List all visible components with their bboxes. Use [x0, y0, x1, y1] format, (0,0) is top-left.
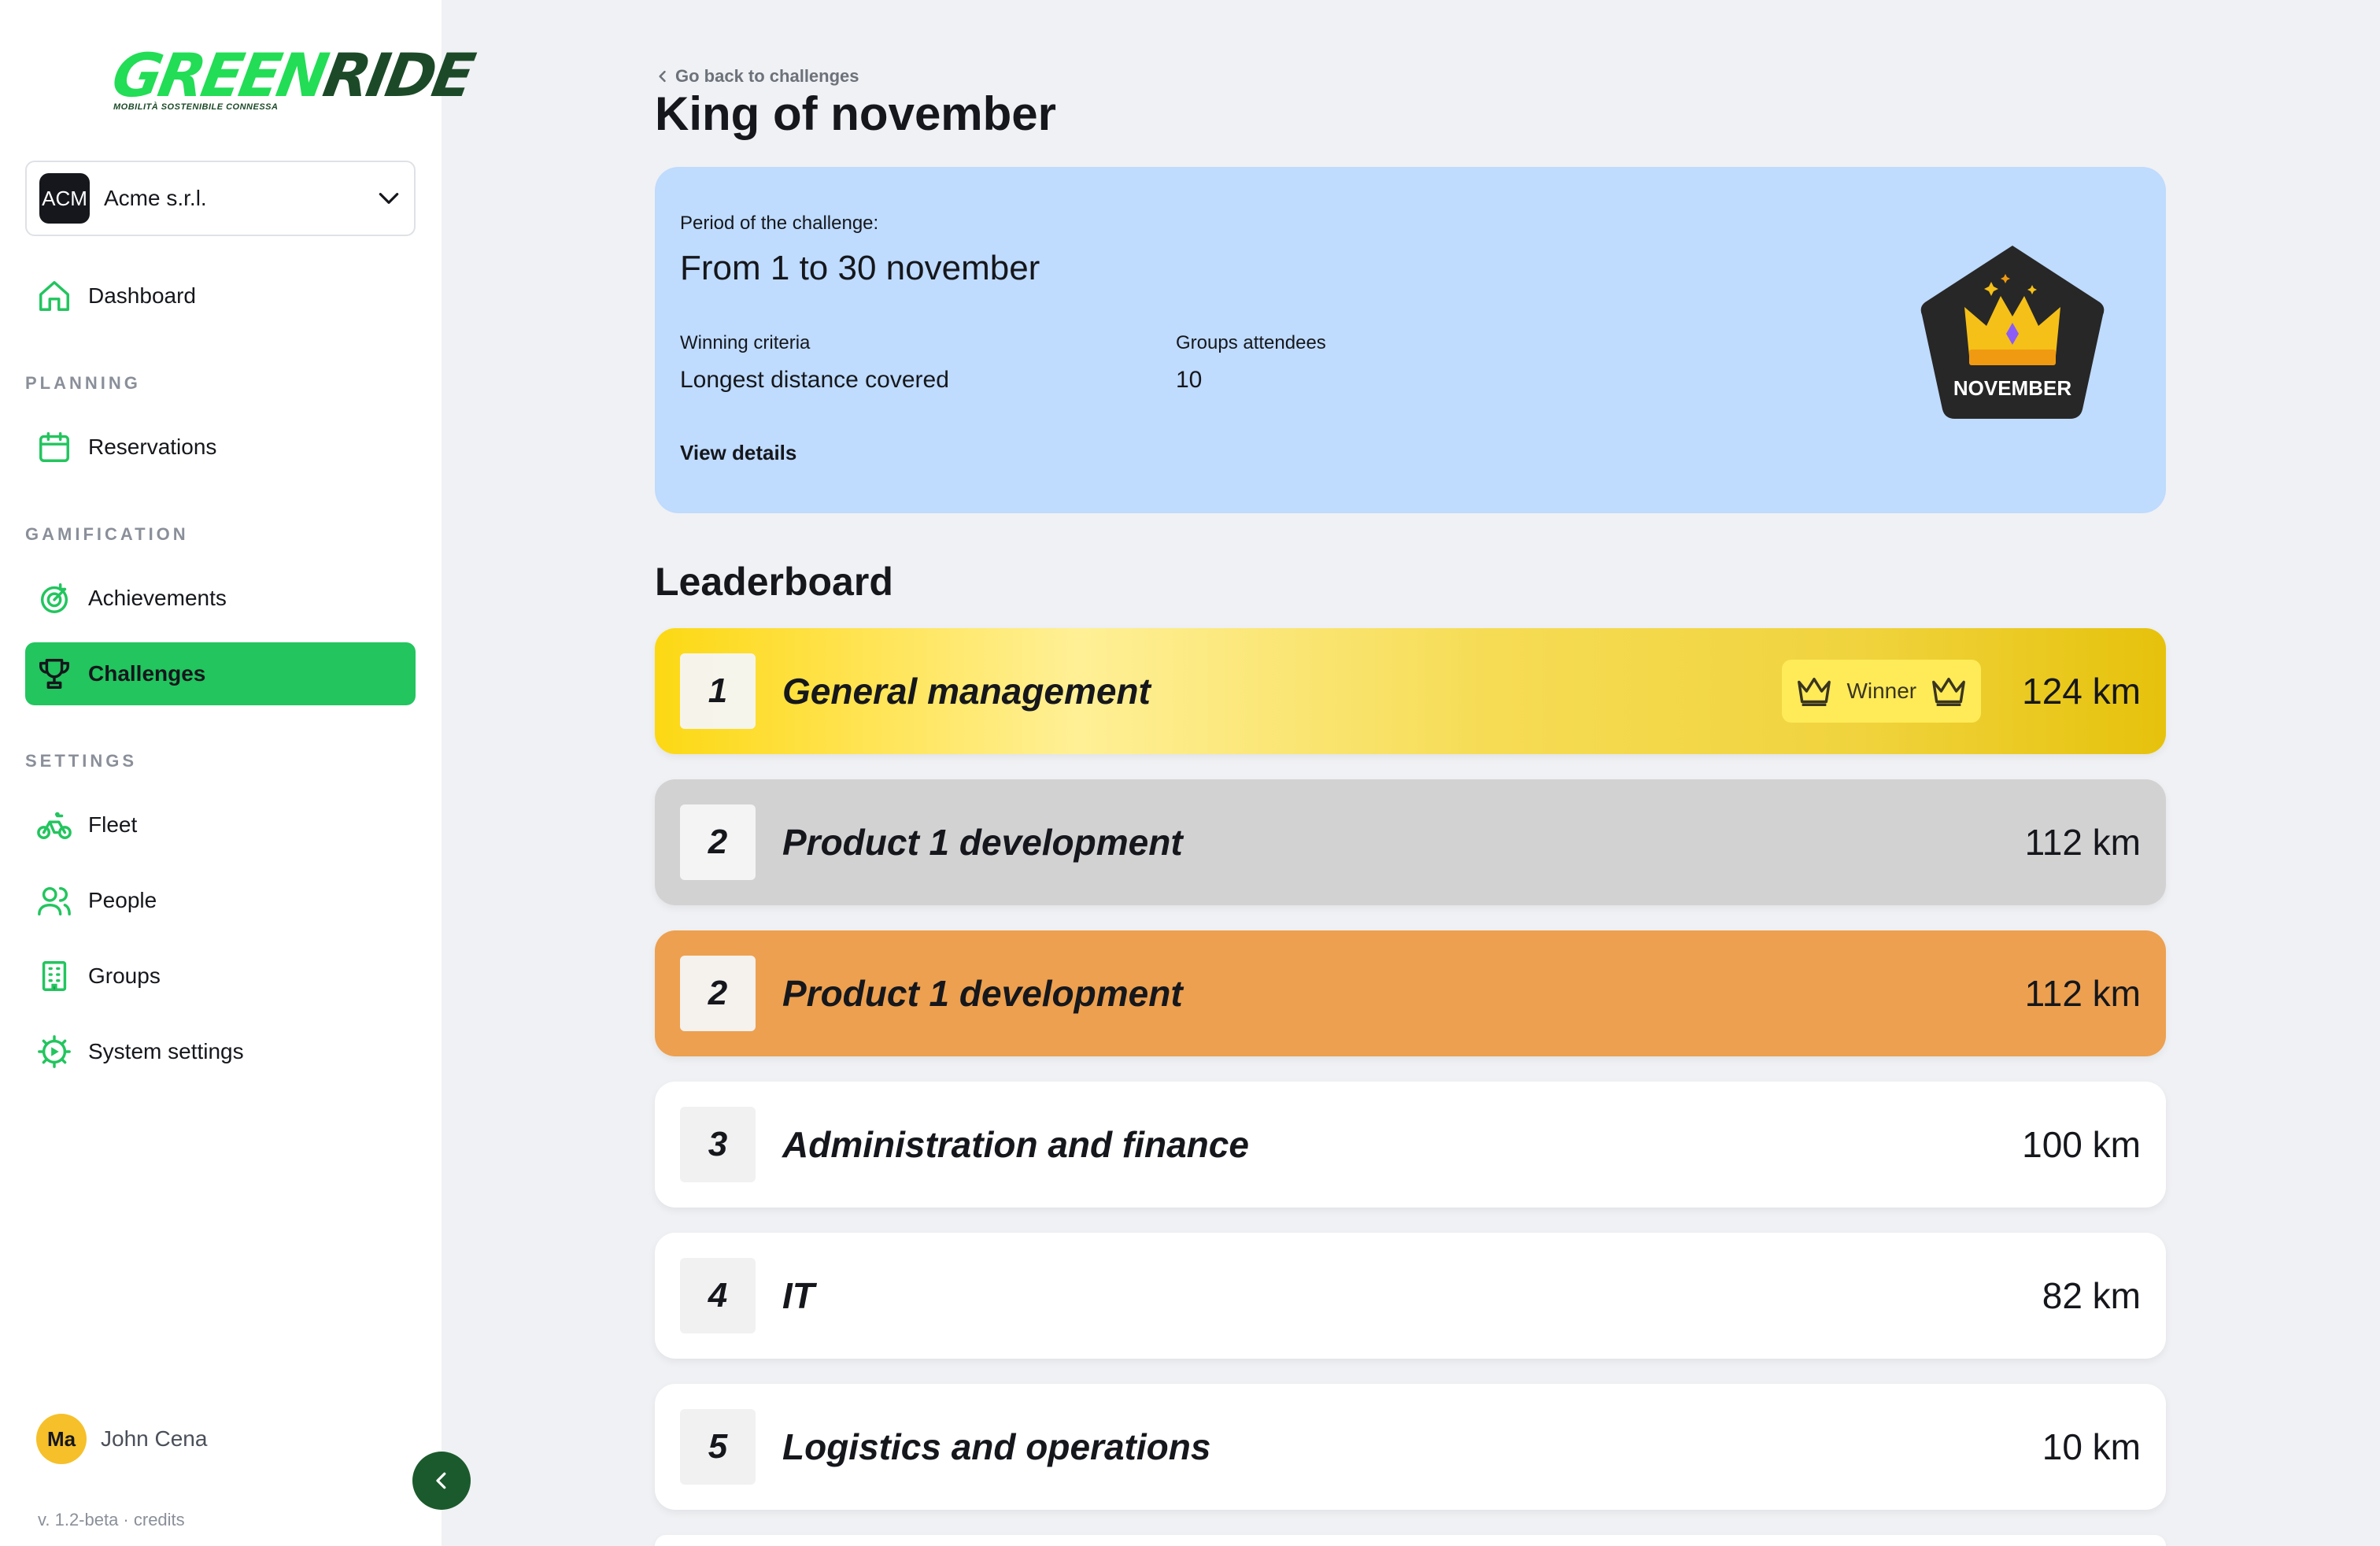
team-name: Product 1 development: [782, 822, 1183, 863]
rank-number: 2: [680, 804, 756, 880]
sidebar-item-label: Fleet: [88, 812, 138, 837]
section-title-settings: SETTINGS: [25, 751, 138, 771]
team-name: General management: [782, 671, 1151, 712]
calendar-icon: [39, 432, 69, 462]
sidebar-item-label: Dashboard: [88, 283, 196, 308]
sidebar-item-groups[interactable]: Groups: [25, 945, 416, 1008]
user-name: John Cena: [101, 1426, 208, 1451]
crown-icon: [1932, 677, 1966, 706]
org-badge: ACM: [39, 173, 90, 224]
chevron-left-icon: [436, 1472, 446, 1489]
crown-icon: [1798, 677, 1831, 706]
section-title-gamification: GAMIFICATION: [25, 524, 189, 544]
team-name: Logistics and operations: [782, 1426, 1211, 1467]
team-distance: 82 km: [2042, 1275, 2141, 1316]
groups-label: Groups attendees: [1176, 332, 1326, 353]
sidebar: GREENRIDE MOBILITÀ SOSTENIBILE CONNESSA …: [0, 0, 477, 1546]
chevron-down-icon: [379, 193, 399, 204]
sidebar-item-people[interactable]: People: [25, 869, 416, 932]
criteria-label: Winning criteria: [680, 332, 811, 353]
sidebar-item-achievements[interactable]: Achievements: [25, 567, 416, 630]
sidebar-item-label: Achievements: [88, 586, 227, 610]
organization-selector[interactable]: ACM Acme s.r.l.: [25, 161, 416, 236]
team-distance: 112 km: [2024, 973, 2141, 1014]
team-name: Product 1 development: [782, 973, 1183, 1014]
logo-green-text: GREEN: [107, 40, 331, 110]
challenge-info-card: Period of the challenge: From 1 to 30 no…: [655, 167, 2166, 513]
section-title-planning: PLANNING: [25, 373, 141, 393]
rank-number: 4: [680, 1258, 756, 1333]
winner-badge: Winner: [1782, 660, 1982, 723]
sidebar-item-reservations[interactable]: Reservations: [25, 416, 416, 479]
leaderboard-row[interactable]: 3 Administration and finance 100 km: [655, 1082, 2166, 1208]
sidebar-item-label: Challenges: [88, 661, 206, 686]
criteria-value: Longest distance covered: [680, 367, 949, 393]
leaderboard-row[interactable]: 5 Logistics and operations 10 km: [655, 1384, 2166, 1510]
target-icon: [40, 583, 68, 613]
sidebar-item-fleet[interactable]: Fleet: [25, 793, 416, 856]
users-icon: [38, 886, 71, 915]
rank-number: 2: [680, 956, 756, 1031]
back-link-label: Go back to challenges: [675, 66, 859, 86]
leaderboard-row[interactable]: 1 General management Winner 124 km: [655, 628, 2166, 754]
building-icon: [42, 961, 67, 991]
leaderboard-row[interactable]: 4 IT 82 km: [655, 1233, 2166, 1359]
page-title: King of november: [655, 87, 1057, 140]
sidebar-item-label: People: [88, 888, 157, 912]
version-credits[interactable]: v. 1.2-beta · credits: [38, 1510, 185, 1530]
sidebar-item-label: System settings: [88, 1039, 244, 1063]
team-distance: 10 km: [2042, 1426, 2141, 1467]
leaderboard-title: Leaderboard: [655, 560, 893, 604]
winner-label: Winner: [1846, 679, 1917, 703]
leaderboard-row[interactable]: 2 Product 1 development 112 km: [655, 779, 2166, 905]
trophy-icon: [39, 659, 69, 689]
collapse-sidebar-button[interactable]: [412, 1452, 471, 1510]
team-distance: 100 km: [2022, 1124, 2141, 1165]
sidebar-item-dashboard[interactable]: Dashboard: [25, 264, 416, 327]
greenride-logo[interactable]: GREENRIDE MOBILITÀ SOSTENIBILE CONNESSA: [107, 40, 477, 120]
gear-icon: [38, 1035, 71, 1068]
org-name: Acme s.r.l.: [104, 186, 207, 210]
user-profile[interactable]: Ma John Cena: [36, 1414, 207, 1464]
home-icon: [39, 281, 69, 311]
rank-number: 1: [680, 653, 756, 729]
leaderboard-row[interactable]: 2 Product 1 development 112 km: [655, 930, 2166, 1056]
rank-number: 5: [680, 1409, 756, 1485]
period-value: From 1 to 30 november: [680, 249, 1040, 287]
sidebar-item-label: Groups: [88, 963, 161, 988]
avatar: Ma: [36, 1414, 87, 1464]
team-name: Administration and finance: [782, 1124, 1249, 1165]
sidebar-item-label: Reservations: [88, 435, 217, 459]
challenge-badge: NOVEMBER: [1914, 238, 2111, 427]
logo-dark-text: RIDE: [318, 40, 478, 110]
team-name: IT: [782, 1275, 815, 1316]
back-link[interactable]: Go back to challenges: [655, 66, 859, 87]
bicycle-icon: [37, 812, 72, 840]
leaderboard-row-partial: [655, 1535, 2166, 1546]
groups-value: 10: [1176, 367, 1203, 393]
view-details-link[interactable]: View details: [680, 441, 796, 465]
team-distance: 112 km: [2024, 822, 2141, 863]
chevron-left-icon: [659, 70, 666, 83]
sidebar-item-system-settings[interactable]: System settings: [25, 1020, 416, 1083]
badge-label: NOVEMBER: [1953, 376, 2072, 400]
sidebar-item-challenges[interactable]: Challenges: [25, 642, 416, 705]
period-label: Period of the challenge:: [680, 213, 879, 234]
team-distance: 124 km: [2022, 671, 2141, 712]
rank-number: 3: [680, 1107, 756, 1182]
